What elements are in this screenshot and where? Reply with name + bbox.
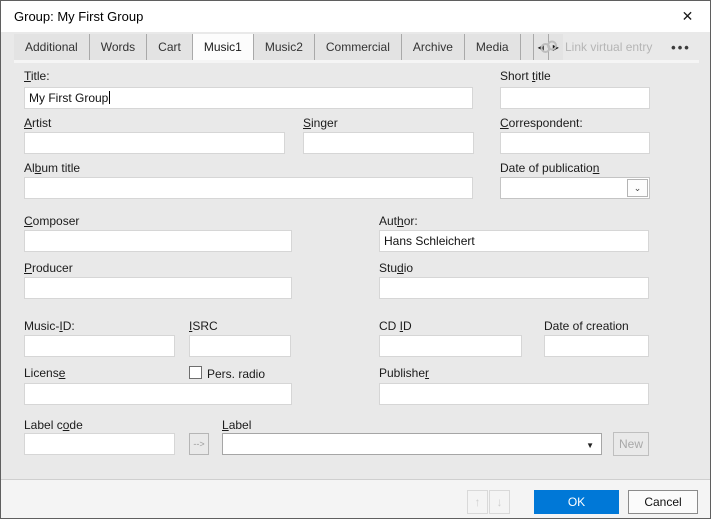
close-button[interactable]: ✕: [665, 1, 710, 32]
artist-input[interactable]: [24, 132, 285, 154]
tab-cart[interactable]: Cart: [147, 34, 193, 60]
album-title-label: Album title: [24, 161, 80, 175]
tab-archive[interactable]: Archive: [402, 34, 465, 60]
producer-label: Producer: [24, 261, 73, 275]
composer-label: Composer: [24, 214, 79, 228]
tab-music1[interactable]: Music1: [193, 34, 254, 60]
transfer-label-code-button[interactable]: -->: [189, 433, 209, 455]
group-properties-dialog: Group: My First Group ✕ Additional Words…: [0, 0, 711, 519]
link-virtual-entry-label: Link virtual entry: [565, 40, 652, 54]
isrc-input[interactable]: [189, 335, 291, 357]
label-combobox[interactable]: ▼: [222, 433, 602, 455]
date-of-publication-input[interactable]: ⌄: [500, 177, 650, 199]
license-label: License: [24, 366, 65, 380]
pers-radio-checkbox[interactable]: [189, 366, 202, 379]
chevron-down-icon: ⌄: [634, 183, 642, 194]
title-input[interactable]: My First Group: [24, 87, 473, 109]
author-label: Author:: [379, 214, 418, 228]
move-up-button[interactable]: ↑: [467, 490, 488, 514]
date-of-publication-label: Date of publication: [500, 161, 599, 175]
tabstrip-underlay: [14, 60, 699, 63]
producer-input[interactable]: [24, 277, 292, 299]
title-bar: Group: My First Group ✕: [1, 1, 710, 32]
date-of-creation-label: Date of creation: [544, 319, 629, 333]
tab-partial[interactable]: [521, 34, 534, 60]
isrc-label: ISRC: [189, 319, 218, 333]
pers-radio-label: Pers. radio: [207, 367, 265, 381]
text-cursor: [109, 91, 110, 104]
artist-label: Artist: [24, 116, 51, 130]
close-icon: ✕: [682, 8, 694, 25]
correspondent-label: Correspondent:: [500, 116, 583, 130]
correspondent-input[interactable]: [500, 132, 650, 154]
cd-id-label: CD ID: [379, 319, 412, 333]
label-code-input[interactable]: [24, 433, 175, 455]
publisher-input[interactable]: [379, 383, 649, 405]
date-dropdown-button[interactable]: ⌄: [627, 179, 648, 197]
singer-label: Singer: [303, 116, 338, 130]
more-options-button[interactable]: •••: [661, 34, 701, 60]
title-label: Title:: [24, 69, 50, 83]
label-code-label: Label code: [24, 418, 83, 432]
music-id-label: Music-ID:: [24, 319, 75, 333]
tab-media[interactable]: Media: [465, 34, 521, 60]
license-input[interactable]: [24, 383, 292, 405]
ok-button[interactable]: OK: [534, 490, 619, 514]
arrow-up-icon: ↑: [475, 495, 481, 509]
tab-strip: Additional Words Cart Music1 Music2 Comm…: [14, 34, 563, 60]
cd-id-input[interactable]: [379, 335, 522, 357]
publisher-label: Publisher: [379, 366, 429, 380]
short-title-input[interactable]: [500, 87, 650, 109]
author-input[interactable]: Hans Schleichert: [379, 230, 649, 252]
arrow-right-icon: -->: [193, 439, 204, 449]
move-down-button[interactable]: ↓: [489, 490, 510, 514]
chain-link-icon: [539, 40, 559, 54]
combobox-arrow-icon: ▼: [586, 441, 594, 450]
short-title-label: Short title: [500, 69, 551, 83]
studio-label: Studio: [379, 261, 413, 275]
window-title: Group: My First Group: [14, 9, 143, 24]
tab-additional[interactable]: Additional: [14, 34, 90, 60]
composer-input[interactable]: [24, 230, 292, 252]
studio-input[interactable]: [379, 277, 649, 299]
new-label-button[interactable]: New: [613, 432, 649, 456]
tab-words[interactable]: Words: [90, 34, 147, 60]
cancel-button[interactable]: Cancel: [628, 490, 698, 514]
ellipsis-icon: •••: [671, 40, 691, 55]
tab-commercial[interactable]: Commercial: [315, 34, 402, 60]
footer-bar: ↑ ↓ OK Cancel: [1, 480, 710, 519]
label-label: Label: [222, 418, 251, 432]
singer-input[interactable]: [303, 132, 474, 154]
link-virtual-entry-button[interactable]: Link virtual entry: [539, 34, 652, 60]
music-id-input[interactable]: [24, 335, 175, 357]
tab-music2[interactable]: Music2: [254, 34, 315, 60]
album-title-input[interactable]: [24, 177, 473, 199]
date-of-creation-input[interactable]: [544, 335, 649, 357]
arrow-down-icon: ↓: [497, 495, 503, 509]
